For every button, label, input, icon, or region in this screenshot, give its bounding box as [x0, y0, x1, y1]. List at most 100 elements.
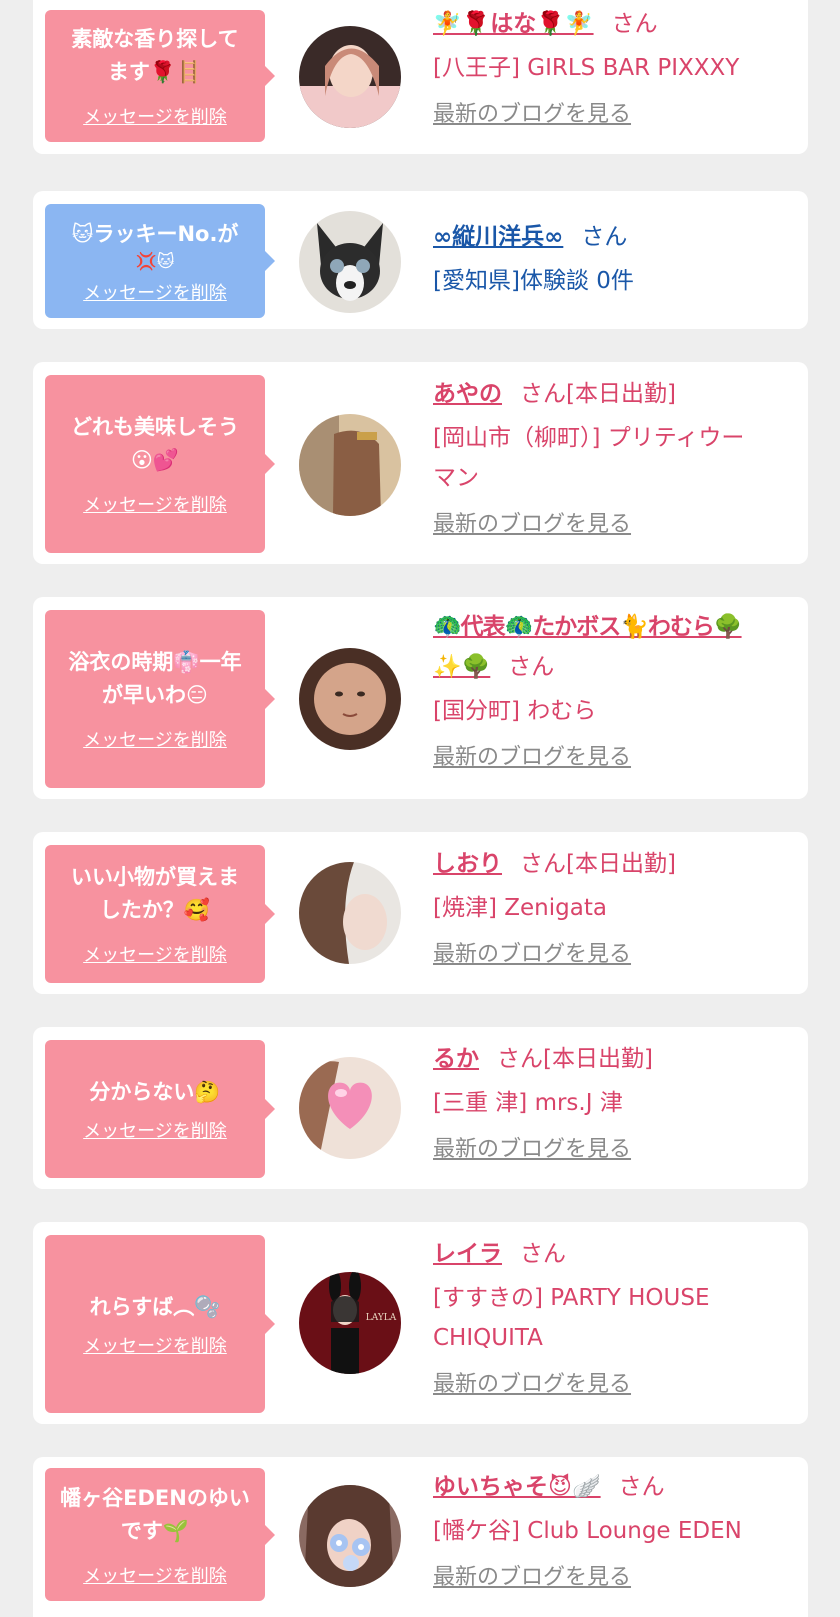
shop-line: [すすきの] PARTY HOUSE: [433, 1285, 710, 1311]
user-name-link[interactable]: ゆいちゃそ😈🪽: [433, 1474, 601, 1500]
message-card: どれも美味しそう 😮💕 メッセージを削除 あやの さん[本日出勤] [岡山市（柳町…: [33, 362, 808, 564]
name-line: 🧚🌹はな🌹🧚 さん: [433, 4, 793, 44]
user-name-link[interactable]: あやの: [433, 381, 502, 407]
avatar-hair-back-image: [299, 414, 401, 516]
message-bubble: 🐱ラッキーNo.が 💢🐱 メッセージを削除: [45, 204, 275, 318]
message-line: 🐱ラッキーNo.が: [71, 221, 239, 246]
honorific: さん[本日出勤]: [520, 381, 676, 407]
user-name-link[interactable]: るか: [433, 1046, 479, 1072]
message-text: れらすば︵🫧: [90, 1291, 221, 1324]
latest-blog-link[interactable]: 最新のブログを見る: [433, 938, 631, 972]
user-name-link[interactable]: ∞縦川洋兵∞: [433, 224, 563, 250]
message-line: 💢🐱: [135, 251, 175, 272]
avatar[interactable]: [299, 414, 401, 516]
name-line: ∞縦川洋兵∞ さん: [433, 217, 793, 257]
shop-name: [幡ケ谷] Club Lounge EDEN: [433, 1518, 742, 1544]
honorific: さん: [618, 1474, 665, 1500]
message-card: 素敵な香り探して ます🌹🪜 メッセージを削除 🧚🌹はな🌹🧚 さん [八王子] GI…: [33, 0, 808, 154]
message-line: 浴衣の時期👘一年: [68, 650, 242, 674]
avatar-woman-pink-sweater-image: [299, 26, 401, 128]
message-text: どれも美味しそう 😮💕: [71, 411, 239, 477]
delete-message-link[interactable]: メッセージを削除: [83, 279, 227, 305]
user-info: 🧚🌹はな🌹🧚 さん [八王子] GIRLS BAR PIXXXY 最新のブログを見…: [433, 4, 793, 132]
user-info: ∞縦川洋兵∞ さん [愛知県]体験談 0件: [433, 217, 793, 301]
honorific: さん[本日出勤]: [520, 851, 676, 877]
message-bubble: いい小物が買えま したか？🥰 メッセージを削除: [45, 845, 275, 983]
delete-message-link[interactable]: メッセージを削除: [83, 1562, 227, 1588]
delete-message-link[interactable]: メッセージを削除: [83, 103, 227, 129]
message-line: したか？🥰: [99, 898, 211, 922]
user-info: レイラ さん [すすきの] PARTY HOUSE CHIQUITA 最新のブログ…: [433, 1234, 793, 1402]
honorific: さん: [611, 11, 658, 37]
shop-line: マン: [433, 465, 479, 491]
avatar[interactable]: [299, 211, 401, 313]
avatar-flowers-face-image: [299, 1485, 401, 1587]
message-list: 素敵な香り探して ます🌹🪜 メッセージを削除 🧚🌹はな🌹🧚 さん [八王子] GI…: [0, 0, 840, 1617]
shop-line: CHIQUITA: [433, 1325, 543, 1351]
avatar-logo-text: LAYLA: [366, 1313, 397, 1323]
message-text: 素敵な香り探して ます🌹🪜: [71, 23, 238, 89]
user-name-link[interactable]: ✨🌳: [433, 654, 490, 680]
avatar-face-doll-image: [299, 648, 401, 750]
avatar[interactable]: [299, 1057, 401, 1159]
latest-blog-link[interactable]: 最新のブログを見る: [433, 1561, 631, 1595]
message-bubble: 分からない🤔 メッセージを削除: [45, 1040, 275, 1178]
message-card: いい小物が買えま したか？🥰 メッセージを削除 しおり さん[本日出勤] [焼津]…: [33, 832, 808, 994]
message-line: が早いわ😑: [102, 683, 208, 707]
avatar-woman-light-image: [299, 862, 401, 964]
message-card: 浴衣の時期👘一年 が早いわ😑 メッセージを削除 🦚代表🦚たかボス🐈わむら🌳 ✨🌳…: [33, 597, 808, 799]
message-card: 幡ヶ谷EDENのゆい です🌱 メッセージを削除 ゆいちゃそ😈🪽 さん [幡ケ谷] …: [33, 1457, 808, 1617]
honorific-text: さん: [497, 1046, 543, 1072]
honorific: さん: [508, 654, 555, 680]
user-info: 🦚代表🦚たかボス🐈わむら🌳 ✨🌳 さん [国分町] わむら 最新のブログを見る: [433, 607, 793, 775]
avatar[interactable]: [299, 26, 401, 128]
message-line: れらすば︵🫧: [89, 1294, 221, 1319]
message-bubble: 幡ヶ谷EDENのゆい です🌱 メッセージを削除: [45, 1468, 275, 1601]
message-text: 分からない🤔: [89, 1076, 220, 1109]
message-line: どれも美味しそう: [71, 415, 239, 439]
delete-message-link[interactable]: メッセージを削除: [83, 1117, 227, 1143]
on-duty-today: [本日出勤]: [543, 1046, 653, 1072]
message-text: 🐱ラッキーNo.が 💢🐱: [72, 218, 239, 273]
message-line: 幡ヶ谷EDENのゆい: [60, 1485, 250, 1510]
latest-blog-link[interactable]: 最新のブログを見る: [433, 508, 631, 542]
avatar[interactable]: [299, 862, 401, 964]
message-card: 🐱ラッキーNo.が 💢🐱 メッセージを削除 ∞縦川洋兵∞ さん [愛知県]体験談 …: [33, 191, 808, 329]
delete-message-link[interactable]: メッセージを削除: [83, 491, 227, 517]
shop-name: [三重 津] mrs.J 津: [433, 1090, 623, 1116]
avatar[interactable]: LAYLA: [299, 1272, 401, 1374]
message-card: れらすば︵🫧 メッセージを削除 LAYLA レイラ さん [すすきの] PARTY…: [33, 1222, 808, 1424]
shop-name: [焼津] Zenigata: [433, 895, 607, 921]
avatar[interactable]: [299, 648, 401, 750]
delete-message-link[interactable]: メッセージを削除: [83, 1332, 227, 1358]
user-info: ゆいちゃそ😈🪽 さん [幡ケ谷] Club Lounge EDEN 最新のブログを…: [433, 1467, 793, 1595]
honorific: さん: [581, 224, 628, 250]
avatar[interactable]: [299, 1485, 401, 1587]
avatar-bunny-layla-image: LAYLA: [299, 1272, 401, 1374]
latest-blog-link[interactable]: 最新のブログを見る: [433, 741, 631, 775]
latest-blog-link[interactable]: 最新のブログを見る: [433, 1368, 631, 1402]
shop-name: [国分町] わむら: [433, 698, 597, 724]
user-name-link[interactable]: 🧚🌹はな🌹🧚: [433, 11, 594, 37]
delete-message-link[interactable]: メッセージを削除: [83, 941, 227, 967]
avatar-heart-face-image: [299, 1057, 401, 1159]
user-name-link[interactable]: しおり: [433, 851, 502, 877]
message-line: 😮💕: [130, 448, 180, 472]
user-info: あやの さん[本日出勤] [岡山市（柳町）] プリティウー マン 最新のブログを見…: [433, 374, 793, 542]
message-line: 分からない🤔: [89, 1079, 221, 1104]
message-line: 素敵な香り探して: [71, 27, 239, 51]
honorific-text: さん: [520, 381, 566, 407]
user-info: るか さん[本日出勤] [三重 津] mrs.J 津 最新のブログを見る: [433, 1039, 793, 1167]
message-line: です🌱: [120, 1518, 190, 1543]
on-duty-today: [本日出勤]: [566, 851, 676, 877]
name-line: るか さん[本日出勤]: [433, 1039, 793, 1079]
message-bubble: 浴衣の時期👘一年 が早いわ😑 メッセージを削除: [45, 610, 275, 788]
name-line: あやの さん[本日出勤]: [433, 374, 793, 414]
user-name-link[interactable]: 🦚代表🦚たかボス🐈わむら🌳: [433, 607, 793, 647]
latest-blog-link[interactable]: 最新のブログを見る: [433, 1133, 631, 1167]
latest-blog-link[interactable]: 最新のブログを見る: [433, 98, 631, 132]
user-name-link[interactable]: レイラ: [433, 1241, 502, 1267]
message-line: いい小物が買えま: [71, 865, 239, 889]
delete-message-link[interactable]: メッセージを削除: [83, 726, 227, 752]
user-info: しおり さん[本日出勤] [焼津] Zenigata 最新のブログを見る: [433, 844, 793, 972]
